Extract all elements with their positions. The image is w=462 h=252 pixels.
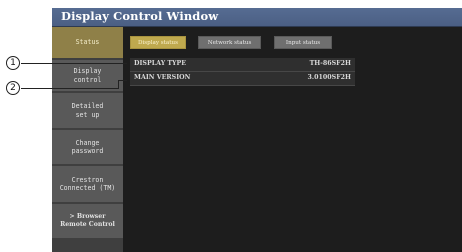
status-value: 3.0100SF2H bbox=[307, 74, 351, 81]
sidebar-item-display-control[interactable]: Display control bbox=[52, 60, 123, 91]
status-label: MAIN VERSION bbox=[134, 74, 191, 81]
callout-line-2 bbox=[21, 88, 119, 89]
display-control-window: Display Control Window Status Display co… bbox=[52, 8, 462, 252]
status-row-display-type: DISPLAY TYPE TH-86SF2H bbox=[130, 58, 355, 72]
sidebar: Status Display control Detailed set up C… bbox=[52, 27, 123, 252]
window-title: Display Control Window bbox=[61, 9, 219, 23]
window-titlebar: Display Control Window bbox=[52, 8, 462, 27]
sidebar-item-label: Change password bbox=[71, 138, 104, 156]
sidebar-item-detailed-setup[interactable]: Detailed set up bbox=[52, 93, 123, 128]
tab-input-status[interactable]: Input status bbox=[274, 36, 332, 49]
sidebar-item-change-password[interactable]: Change password bbox=[52, 130, 123, 164]
callout-number-1: 1 bbox=[6, 56, 20, 70]
sidebar-item-crestron-connected[interactable]: Crestron Connected (TM) bbox=[52, 166, 123, 202]
status-tabs: Display status Network status Input stat… bbox=[123, 27, 462, 52]
sidebar-item-label: Detailed set up bbox=[71, 102, 104, 119]
callout-line-1 bbox=[21, 63, 127, 64]
sidebar-item-label: Display control bbox=[73, 67, 102, 84]
tab-network-status[interactable]: Network status bbox=[198, 36, 261, 49]
callout-label: 1 bbox=[10, 57, 16, 68]
tab-label: Display status bbox=[138, 39, 178, 46]
tab-label: Network status bbox=[207, 39, 252, 46]
callout-line-2-tip bbox=[118, 80, 127, 81]
tab-label: Input status bbox=[285, 39, 321, 46]
status-label: DISPLAY TYPE bbox=[134, 60, 187, 67]
callout-line-2-vertical bbox=[118, 80, 119, 89]
sidebar-item-browser-remote-control[interactable]: > Browser Remote Control bbox=[52, 204, 123, 238]
sidebar-item-label: Crestron Connected (TM) bbox=[59, 175, 116, 193]
status-row-main-version: MAIN VERSION 3.0100SF2H bbox=[130, 72, 355, 86]
sidebar-item-status[interactable]: Status bbox=[52, 27, 123, 58]
callout-label: 2 bbox=[10, 82, 16, 93]
status-value: TH-86SF2H bbox=[309, 60, 351, 67]
tab-display-status[interactable]: Display status bbox=[130, 36, 186, 49]
status-content: DISPLAY TYPE TH-86SF2H MAIN VERSION 3.01… bbox=[123, 52, 462, 252]
callout-number-2: 2 bbox=[6, 81, 20, 95]
sidebar-item-label: > Browser Remote Control bbox=[60, 212, 115, 229]
sidebar-item-label: Status bbox=[75, 38, 100, 47]
